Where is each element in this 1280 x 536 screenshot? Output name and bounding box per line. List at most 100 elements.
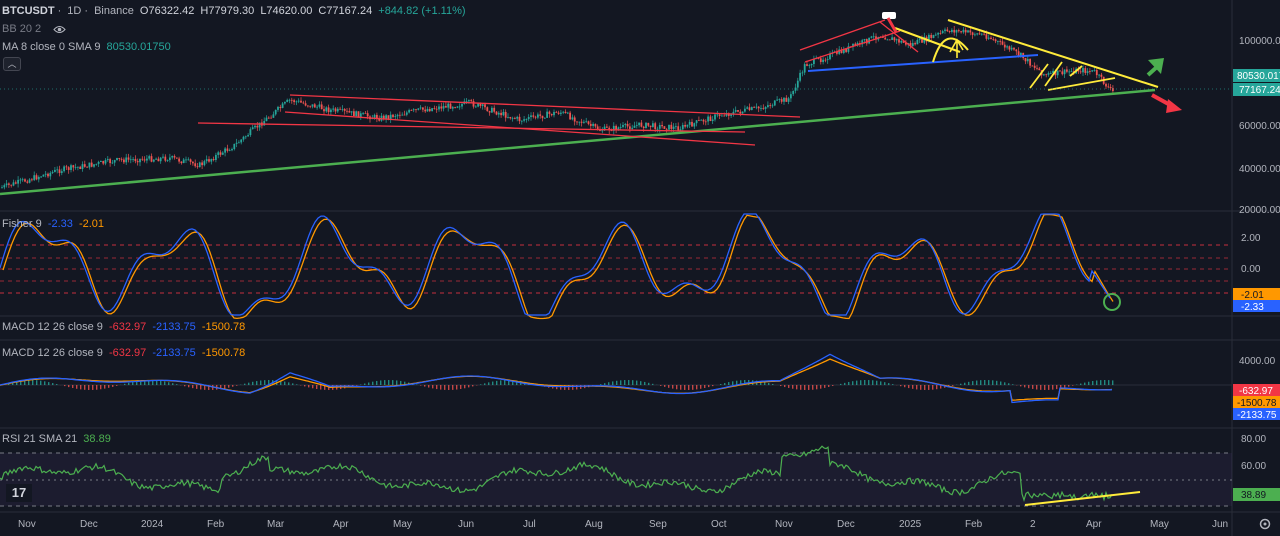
macd-histogram-bar xyxy=(1020,385,1022,387)
rsi-legend[interactable]: RSI 21 SMA 21 38.89 xyxy=(2,432,114,446)
collapse-legend-button[interactable]: ︿ xyxy=(3,57,21,71)
macd-histogram-bar xyxy=(88,385,90,390)
macd-histogram-bar xyxy=(988,380,990,385)
time-label: 2024 xyxy=(141,519,164,530)
macd-histogram-bar xyxy=(824,385,826,388)
candle-body xyxy=(72,165,75,168)
candle-body xyxy=(502,111,505,116)
candle-body xyxy=(500,112,502,116)
candle-body xyxy=(783,97,785,102)
candle-body xyxy=(1008,46,1011,50)
macd-histogram-bar xyxy=(44,381,46,385)
rising-channel-diag[interactable] xyxy=(879,21,919,53)
macd-histogram-bar xyxy=(668,385,670,388)
candle-body xyxy=(293,100,295,103)
macd-collapsed-legend[interactable]: MACD 12 26 close 9 -632.97 -2133.75 -150… xyxy=(2,320,248,334)
candle-body xyxy=(714,114,716,120)
candle-body xyxy=(1006,46,1008,48)
candle-body xyxy=(435,108,438,110)
macd-pane[interactable] xyxy=(0,353,1232,404)
candle-body xyxy=(677,126,680,131)
arrow-up-icon xyxy=(1146,58,1164,77)
candle-body xyxy=(341,109,344,110)
main-legend[interactable]: BTCUSDT · 1D · Binance O76322.42 H77979.30… xyxy=(2,4,469,18)
macd-histogram-bar xyxy=(1032,385,1034,389)
bb-legend[interactable]: BB 20 2 xyxy=(2,22,66,36)
candle-body xyxy=(888,39,891,41)
candle-body xyxy=(934,34,937,36)
symbol-name[interactable]: BTCUSDT xyxy=(2,5,55,17)
macd-histogram-bar xyxy=(428,385,430,388)
rising-channel-lower[interactable] xyxy=(804,30,901,63)
candle-body xyxy=(509,116,512,119)
long-term-trendline[interactable] xyxy=(0,88,1156,196)
macd-histogram-bar xyxy=(1044,385,1046,390)
price-pane[interactable] xyxy=(0,12,1232,196)
candle-body xyxy=(320,104,323,110)
candle-body xyxy=(622,124,624,127)
macd-legend[interactable]: MACD 12 26 close 9 -632.97 -2133.75 -150… xyxy=(2,346,248,360)
fisher-pane[interactable] xyxy=(0,213,1232,320)
candle-body xyxy=(56,169,59,171)
candle-body xyxy=(8,183,10,185)
candle-body xyxy=(254,125,256,128)
macd-histogram-bar xyxy=(1056,385,1058,390)
candle-body xyxy=(304,103,307,106)
price-axis[interactable]: 100000.00 60000.00 40000.00 20000.00 805… xyxy=(1233,36,1280,501)
macd-histogram-bar xyxy=(816,385,818,390)
ma-legend[interactable]: MA 8 close 0 SMA 9 80530.01750 xyxy=(2,40,174,54)
candle-body xyxy=(1017,51,1020,56)
candle-body xyxy=(886,39,889,41)
channel-line-upper[interactable] xyxy=(289,94,801,118)
candle-body xyxy=(543,117,546,119)
chart-canvas[interactable]: 100000.00 60000.00 40000.00 20000.00 805… xyxy=(0,0,1280,536)
interval[interactable]: 1D xyxy=(67,5,81,17)
candle-body xyxy=(447,103,450,108)
candle-body xyxy=(693,123,696,127)
candle-body xyxy=(1098,74,1100,76)
macd-histogram-bar xyxy=(712,385,714,387)
macd-histogram-bar xyxy=(424,385,426,387)
candle-body xyxy=(228,150,231,152)
candle-body xyxy=(760,108,762,110)
descending-trendline[interactable] xyxy=(947,19,1159,88)
candle-body xyxy=(136,161,139,163)
candle-body xyxy=(458,106,461,108)
candle-body xyxy=(767,105,769,108)
candle-body xyxy=(647,122,650,126)
candle-body xyxy=(516,116,519,119)
candle-body xyxy=(42,174,45,177)
time-axis[interactable]: Nov Dec 2024 Feb Mar Apr May Jun Jul Aug… xyxy=(18,519,1228,530)
fisher-legend[interactable]: Fisher 9 -2.33 -2.01 xyxy=(2,217,107,231)
eye-icon[interactable] xyxy=(53,25,66,34)
candle-body xyxy=(948,31,951,32)
rsi-tick: 60.00 xyxy=(1241,461,1266,472)
fisher-label: Fisher 9 xyxy=(2,218,42,230)
tradingview-logo-icon[interactable]: 17 xyxy=(6,484,32,502)
macd-histogram-bar xyxy=(228,385,230,388)
candle-body xyxy=(491,107,493,113)
rising-channel-upper[interactable] xyxy=(799,19,886,51)
macd-histogram-bar xyxy=(308,385,310,388)
macd-histogram-bar xyxy=(932,385,934,390)
macd-histogram-bar xyxy=(196,385,198,389)
macd-histogram-bar xyxy=(936,385,938,390)
yellow-wedge-lower[interactable] xyxy=(1047,77,1116,91)
candle-body xyxy=(771,105,774,107)
candle-body xyxy=(412,109,415,111)
candle-body xyxy=(937,33,939,35)
candle-body xyxy=(1109,87,1112,89)
candle-body xyxy=(205,159,208,162)
channel-line-middle[interactable] xyxy=(197,122,746,133)
gear-icon[interactable] xyxy=(1259,518,1271,530)
time-label: Jun xyxy=(458,519,474,530)
macd-histogram-bar xyxy=(92,385,94,390)
candle-body xyxy=(295,101,298,103)
macd-histogram-bar xyxy=(28,380,30,385)
rsi-pane[interactable] xyxy=(0,445,1232,507)
fisher-highlight-circle[interactable] xyxy=(1103,293,1121,311)
blue-support-line[interactable] xyxy=(807,54,1039,72)
candle-body xyxy=(297,100,300,102)
macd-histogram-bar xyxy=(84,385,86,390)
candle-body xyxy=(808,65,811,67)
